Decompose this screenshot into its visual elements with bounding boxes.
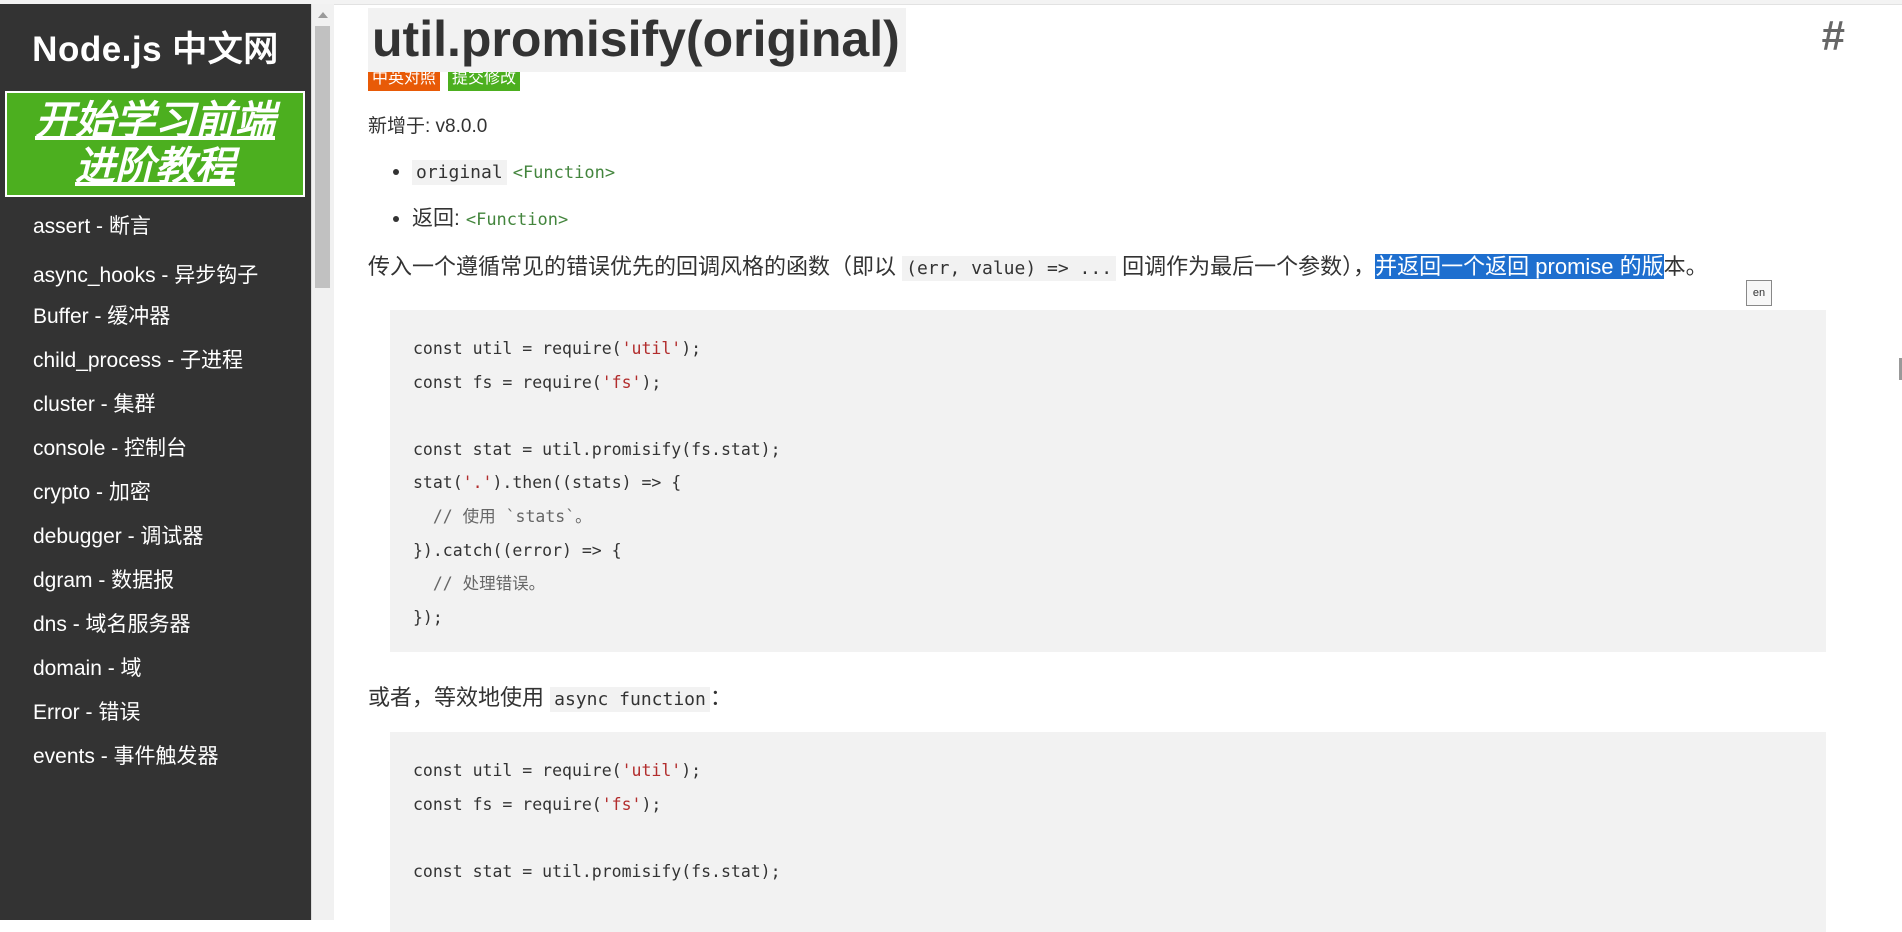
- code-line: }).catch((error) => {: [413, 540, 622, 560]
- anchor-link[interactable]: #: [1822, 12, 1845, 60]
- scroll-up-arrow-icon[interactable]: [318, 12, 328, 18]
- selected-text: 并返回一个返回 promise 的版: [1375, 254, 1664, 279]
- code-line: const fs = require('fs');: [413, 794, 662, 814]
- nav-item-domain[interactable]: domain - 域: [0, 647, 311, 691]
- code-block: const util = require('util'); const fs = …: [390, 310, 1826, 653]
- nav-item-async-hooks[interactable]: async_hooks - 异步钩子: [0, 249, 311, 295]
- page-title: util.promisify(original): [368, 8, 906, 72]
- param-item: 返回: <Function>: [412, 203, 1828, 236]
- sidebar-scrollbar[interactable]: [311, 4, 334, 920]
- code-line: const stat = util.promisify(fs.stat);: [413, 862, 781, 882]
- code-line: });: [413, 607, 443, 627]
- nav-item-assert[interactable]: assert - 断言: [0, 205, 311, 249]
- return-type-link[interactable]: <Function>: [466, 210, 568, 230]
- code-line: const stat = util.promisify(fs.stat);: [413, 439, 781, 459]
- promo-line-2: 进阶教程: [75, 145, 235, 189]
- nav-item-buffer[interactable]: Buffer - 缓冲器: [0, 295, 311, 339]
- promo-line-1: 开始学习前端: [35, 99, 275, 143]
- nav-item-dns[interactable]: dns - 域名服务器: [0, 603, 311, 647]
- param-item: original <Function>: [412, 156, 1828, 189]
- alt-inline-code: async function: [550, 687, 710, 713]
- module-nav: assert - 断言 async_hooks - 异步钩子 Buffer - …: [0, 205, 311, 779]
- nav-item-console[interactable]: console - 控制台: [0, 427, 311, 471]
- description: 传入一个遵循常见的错误优先的回调风格的函数（即以 (err, value) =>…: [368, 250, 1828, 306]
- param-name: original: [412, 160, 507, 185]
- nav-item-crypto[interactable]: crypto - 加密: [0, 471, 311, 515]
- nav-item-events[interactable]: events - 事件触发器: [0, 735, 311, 779]
- sidebar: Node.js 中文网 开始学习前端 进阶教程 assert - 断言 asyn…: [0, 4, 311, 920]
- promo-banner[interactable]: 开始学习前端 进阶教程: [5, 91, 305, 197]
- nav-item-debugger[interactable]: debugger - 调试器: [0, 515, 311, 559]
- main-content: util.promisify(original) # 中英对照 提交修改 新增于:…: [368, 4, 1845, 932]
- code-block-async: const util = require('util'); const fs = …: [390, 732, 1826, 932]
- alt-description: 或者，等效地使用 async function：: [368, 680, 1828, 713]
- code-line: stat('.').then((stats) => {: [413, 473, 682, 493]
- nav-item-dgram[interactable]: dgram - 数据报: [0, 559, 311, 603]
- desc-text: 回调作为最后一个参数），: [1116, 254, 1376, 279]
- scrollbar-thumb[interactable]: [315, 26, 330, 288]
- code-line: const fs = require('fs');: [413, 372, 662, 392]
- translate-icon[interactable]: en: [1746, 280, 1772, 306]
- param-list: original <Function> 返回: <Function>: [368, 156, 1828, 236]
- code-line: const util = require('util');: [413, 761, 702, 781]
- added-in: 新增于: v8.0.0: [368, 116, 488, 137]
- nav-item-child-process[interactable]: child_process - 子进程: [0, 339, 311, 383]
- alt-text: ：: [709, 685, 732, 711]
- desc-text: 传入一个遵循常见的错误优先的回调风格的函数（即以: [368, 254, 903, 279]
- nav-item-error[interactable]: Error - 错误: [0, 691, 311, 735]
- alt-text: 或者，等效地使用: [368, 685, 551, 711]
- site-brand[interactable]: Node.js 中文网: [0, 4, 311, 88]
- param-type-link[interactable]: <Function>: [513, 163, 615, 183]
- code-comment: // 使用 `stats`。: [413, 506, 592, 526]
- code-line: const util = require('util');: [413, 339, 702, 358]
- return-label: 返回:: [412, 207, 460, 230]
- desc-text: 本。: [1663, 254, 1708, 279]
- code-comment: // 处理错误。: [413, 574, 546, 594]
- nav-item-cluster[interactable]: cluster - 集群: [0, 383, 311, 427]
- desc-inline-code: (err, value) => ...: [902, 256, 1117, 281]
